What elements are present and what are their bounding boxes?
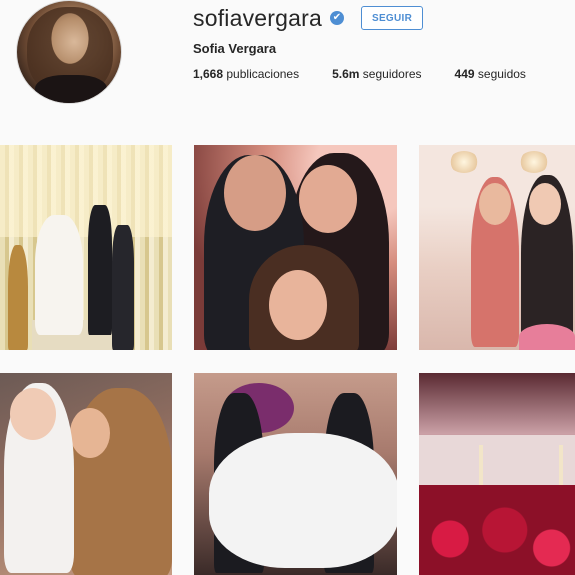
thumb-shape xyxy=(269,270,327,340)
followers-label: seguidores xyxy=(362,67,422,81)
following-stat[interactable]: 449 seguidos xyxy=(455,67,526,81)
post-thumbnail-wedding-ceremony[interactable] xyxy=(0,145,172,350)
thumb-shape xyxy=(449,151,479,173)
thumb-shape xyxy=(519,324,575,350)
profile-header: sofiavergara ✔ SEGUIR Sofia Vergara 1,66… xyxy=(0,0,575,130)
posts-label: publicaciones xyxy=(226,67,300,81)
thumb-shape xyxy=(224,155,286,231)
post-thumbnail-reception-roses[interactable] xyxy=(419,373,575,575)
post-thumbnail-two-guests[interactable] xyxy=(419,145,575,350)
thumb-shape xyxy=(10,388,56,440)
follow-button[interactable]: SEGUIR xyxy=(360,6,424,30)
thumb-shape xyxy=(88,205,112,335)
username-row: sofiavergara ✔ SEGUIR xyxy=(193,4,424,32)
thumb-shape xyxy=(419,485,575,575)
profile-full-name: Sofia Vergara xyxy=(193,41,277,56)
thumb-shape xyxy=(559,445,563,485)
followers-stat[interactable]: 5.6m seguidores xyxy=(332,67,421,81)
thumb-shape xyxy=(35,215,83,335)
following-count: 449 xyxy=(454,67,475,81)
thumb-shape xyxy=(209,433,397,568)
post-thumbnail-bride-carried[interactable] xyxy=(194,373,397,575)
avatar-dress xyxy=(35,75,107,103)
profile-stats: 1,668 publicaciones 5.6m seguidores 449 … xyxy=(193,67,559,81)
profile-username: sofiavergara xyxy=(193,4,322,31)
profile-avatar[interactable] xyxy=(16,0,122,104)
thumb-shape xyxy=(519,151,549,173)
verified-badge-icon: ✔ xyxy=(329,11,344,25)
thumb-shape xyxy=(479,445,483,485)
posts-count: 1,668 xyxy=(193,67,224,81)
post-thumbnail-group-selfie[interactable] xyxy=(194,145,397,350)
thumb-shape xyxy=(70,408,110,458)
thumb-shape xyxy=(112,225,134,350)
posts-stat: 1,668 publicaciones xyxy=(193,67,299,81)
followers-count: 5.6m xyxy=(332,67,360,81)
thumb-shape xyxy=(8,245,28,350)
following-label: seguidos xyxy=(477,67,526,81)
thumb-shape xyxy=(299,165,357,233)
thumb-shape xyxy=(529,183,561,225)
post-thumbnail-baby-kiss[interactable] xyxy=(0,373,172,575)
thumb-shape xyxy=(479,183,511,225)
